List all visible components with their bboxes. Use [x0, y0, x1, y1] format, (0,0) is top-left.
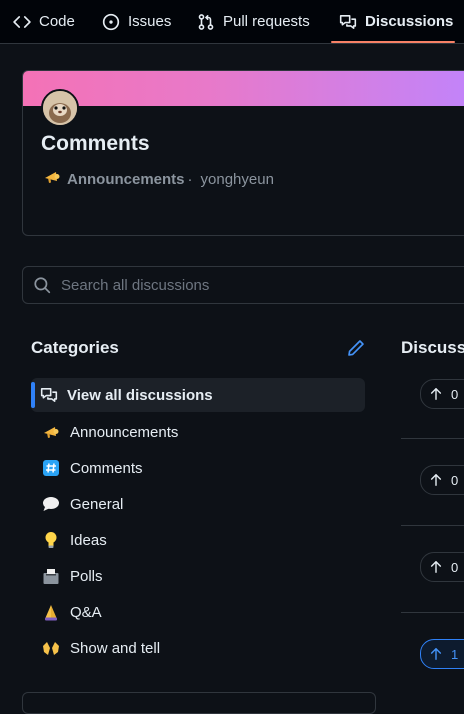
speech-bubble-emoji-icon — [41, 494, 61, 514]
category-item-qa[interactable]: Q&A — [31, 594, 365, 630]
arrow-up-icon — [429, 560, 443, 574]
arrow-up-icon — [429, 647, 443, 661]
category-header-card: Comments Announcements · yonghyeun — [22, 70, 464, 236]
search-input[interactable] — [59, 275, 443, 295]
sidebar-bottom-card — [22, 692, 376, 714]
tab-pull-requests-label: Pull requests — [223, 13, 310, 30]
row-divider — [401, 612, 464, 613]
category-label: Polls — [70, 567, 103, 585]
tab-discussions[interactable]: Discussions — [339, 0, 453, 43]
code-icon — [13, 13, 31, 31]
ballot-box-emoji-icon — [41, 566, 61, 586]
tab-pull-requests[interactable]: Pull requests — [197, 0, 310, 43]
category-item-comments[interactable]: Comments — [31, 450, 365, 486]
category-label: Q&A — [70, 603, 102, 621]
pull-request-icon — [197, 13, 215, 31]
discussion-meta: Announcements · yonghyeun — [43, 169, 274, 189]
category-label: General — [70, 495, 124, 513]
category-item-view-all[interactable]: View all discussions — [31, 378, 365, 412]
megaphone-emoji-icon — [41, 422, 61, 442]
category-item-polls[interactable]: Polls — [31, 558, 365, 594]
search-box[interactable] — [22, 266, 464, 304]
discussion-icon — [39, 385, 59, 405]
category-label: Announcements — [70, 423, 179, 441]
discussions-heading: Discussi — [401, 338, 464, 357]
category-label: Show and tell — [70, 639, 161, 657]
lightbulb-emoji-icon — [41, 530, 61, 550]
upvote-count: 0 — [451, 386, 459, 402]
category-label: Comments — [70, 459, 143, 477]
category-item-general[interactable]: General — [31, 486, 365, 522]
category-item-ideas[interactable]: Ideas — [31, 522, 365, 558]
edit-categories-button[interactable] — [347, 339, 365, 357]
category-item-show-and-tell[interactable]: Show and tell — [31, 630, 365, 666]
category-item-announcements[interactable]: Announcements — [31, 414, 365, 450]
megaphone-icon — [43, 169, 61, 189]
upvote-count: 1 — [451, 646, 459, 662]
arrow-up-icon — [429, 473, 443, 487]
category-label: View all discussions — [67, 386, 213, 404]
upvote-button[interactable]: 0 — [420, 379, 464, 409]
tab-issues-label: Issues — [128, 13, 172, 30]
meta-separator: · — [187, 170, 193, 188]
category-banner — [23, 71, 464, 106]
row-divider — [401, 525, 464, 526]
category-label: Ideas — [70, 531, 107, 549]
discussion-icon — [339, 13, 357, 31]
upvote-count: 0 — [451, 559, 459, 575]
tab-issues[interactable]: Issues — [102, 0, 171, 43]
page-title: Comments — [41, 132, 150, 155]
active-tab-indicator — [331, 41, 455, 43]
category-list: View all discussions Announcements Comme… — [31, 378, 365, 666]
repo-nav: Code Issues Pull requests Discussions — [0, 0, 464, 44]
categories-heading: Categories — [31, 338, 119, 357]
arrow-up-icon — [429, 387, 443, 401]
upvote-button[interactable]: 0 — [420, 465, 464, 495]
upvote-button-active[interactable]: 1 — [420, 639, 464, 669]
upvote-count: 0 — [451, 472, 459, 488]
category-link[interactable]: Announcements — [67, 171, 185, 188]
raising-hands-emoji-icon — [41, 638, 61, 658]
author-link[interactable]: yonghyeun — [201, 171, 274, 188]
pencil-icon — [347, 340, 365, 361]
row-divider — [401, 438, 464, 439]
hash-emoji-icon — [41, 458, 61, 478]
avatar[interactable] — [41, 89, 79, 127]
praying-hands-emoji-icon — [41, 602, 61, 622]
upvote-button[interactable]: 0 — [420, 552, 464, 582]
tab-code[interactable]: Code — [13, 0, 75, 43]
tab-code-label: Code — [39, 13, 75, 30]
tab-discussions-label: Discussions — [365, 13, 454, 30]
search-icon — [33, 276, 51, 294]
issue-icon — [102, 13, 120, 31]
